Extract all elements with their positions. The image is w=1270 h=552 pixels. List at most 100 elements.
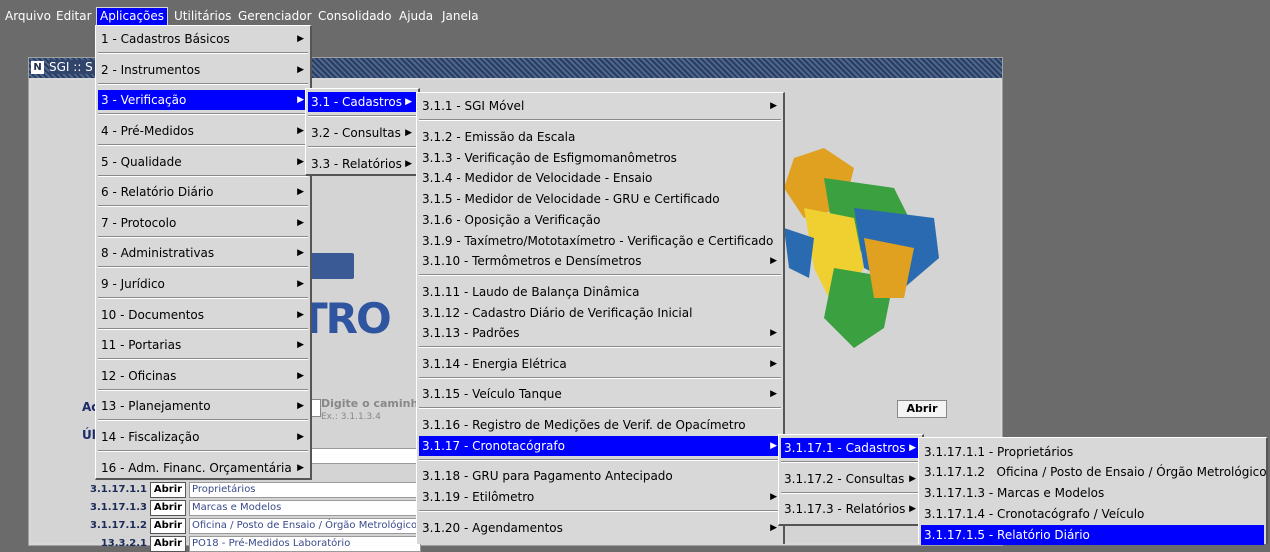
submenu-arrow-icon: ▶ (909, 504, 916, 514)
menu-item-verificacao[interactable]: 3 - Verificação ▶ (98, 90, 308, 110)
history-row: 13.3.2.1 Abrir PO18 - Pré-Medidos Labora… (89, 536, 421, 552)
menu-item-3-1-4[interactable]: 3.1.4 - Medidor de Velocidade - Ensaio (419, 168, 781, 188)
submenu-arrow-icon: ▶ (405, 97, 412, 107)
menu-utilitarios[interactable]: Utilitários (171, 8, 234, 25)
submenu-arrow-icon: ▶ (297, 95, 304, 105)
history-abrir-button[interactable]: Abrir (150, 500, 186, 516)
menu-item-3-1-3[interactable]: 3.1.3 - Verificação de Esfigmomanômetros (419, 148, 781, 168)
menu-item-3-1-11[interactable]: 3.1.11 - Laudo de Balança Dinâmica (419, 282, 781, 302)
menu-arquivo[interactable]: Arquivo (2, 8, 54, 25)
menu-item-3-1-17-1-4[interactable]: 3.1.17.1.4 - Cronotacógrafo / Veículo (921, 504, 1264, 524)
menu-item-3-1-1[interactable]: 3.1.1 - SGI Móvel ▶ (419, 96, 781, 116)
menu-item-3-1-17-1[interactable]: 3.1.17.1 - Cadastros ▶ (781, 438, 920, 458)
menu-item-3-1-17-1-3[interactable]: 3.1.17.1.3 - Marcas e Modelos (921, 483, 1264, 503)
menu-item-relatorio-diario[interactable]: 6 - Relatório Diário ▶ (98, 182, 308, 202)
menu-item-3-1-17-1-1[interactable]: 3.1.17.1.1 - Proprietários (921, 442, 1264, 462)
submenu-arrow-icon: ▶ (770, 256, 777, 266)
submenu-arrow-icon: ▶ (297, 279, 304, 289)
cronotacografo-submenu: 3.1.17.1 - Cadastros ▶ 3.1.17.2 - Consult… (778, 434, 924, 526)
history-abrir-button[interactable]: Abrir (150, 536, 186, 552)
history-code: 3.1.17.1.3 (90, 502, 147, 513)
menu-consolidado[interactable]: Consolidado (315, 8, 395, 25)
menu-item-3-1-17-1-5[interactable]: 3.1.17.1.5 - Relatório Diário (921, 525, 1264, 545)
menu-item-3-1-17[interactable]: 3.1.17 - Cronotacógrafo ▶ (419, 436, 781, 456)
submenu-arrow-icon: ▶ (405, 128, 412, 138)
history-abrir-button[interactable]: Abrir (150, 482, 186, 498)
path-example: Ex.: 3.1.1.3.4 (321, 412, 381, 422)
menu-item-3-1-15[interactable]: 3.1.15 - Veículo Tanque ▶ (419, 384, 781, 404)
submenu-arrow-icon: ▶ (770, 328, 777, 338)
history-row: 3.1.17.1.3 Abrir Marcas e Modelos (89, 500, 421, 516)
history-desc: Oficina / Posto de Ensaio / Órgão Metrol… (189, 518, 421, 534)
menu-item-3-1-17-3[interactable]: 3.1.17.3 - Relatórios ▶ (781, 499, 920, 519)
menu-item-3-3-relatorios[interactable]: 3.3 - Relatórios ▶ (308, 154, 416, 174)
menu-item-fiscalizacao[interactable]: 14 - Fiscalização ▶ (98, 427, 308, 447)
menu-item-3-1-16[interactable]: 3.1.16 - Registro de Medições de Verif. … (419, 415, 781, 435)
submenu-arrow-icon: ▶ (297, 310, 304, 320)
menu-item-3-1-9[interactable]: 3.1.9 - Taxímetro/Mototaxímetro - Verifi… (419, 231, 781, 251)
menu-item-3-1-cadastros[interactable]: 3.1 - Cadastros ▶ (308, 92, 416, 112)
submenu-arrow-icon: ▶ (770, 523, 777, 533)
menu-janela[interactable]: Janela (439, 8, 482, 25)
history-desc: Proprietários (189, 482, 421, 498)
submenu-arrow-icon: ▶ (297, 65, 304, 75)
menu-item-3-1-18[interactable]: 3.1.18 - GRU para Pagamento Antecipado (419, 466, 781, 486)
menu-editar[interactable]: Editar (53, 8, 95, 25)
menu-item-pre-medidos[interactable]: 4 - Pré-Medidos ▶ (98, 121, 308, 141)
menu-item-juridico[interactable]: 9 - Jurídico ▶ (98, 274, 308, 294)
menu-item-oficinas[interactable]: 12 - Oficinas ▶ (98, 366, 308, 386)
cadastros-submenu: 3.1.1 - SGI Móvel ▶ 3.1.2 - Emissão da Es… (416, 92, 785, 544)
menu-item-3-1-2[interactable]: 3.1.2 - Emissão da Escala (419, 127, 781, 147)
submenu-arrow-icon: ▶ (770, 441, 777, 451)
menu-item-3-1-17-2[interactable]: 3.1.17.2 - Consultas ▶ (781, 469, 920, 489)
menu-item-3-1-12[interactable]: 3.1.12 - Cadastro Diário de Verificação … (419, 303, 781, 323)
window-title: SGI :: S (49, 60, 97, 74)
history-desc: PO18 - Pré-Medidos Laboratório (189, 536, 421, 552)
menu-item-3-2-consultas[interactable]: 3.2 - Consultas ▶ (308, 123, 416, 143)
submenu-arrow-icon: ▶ (297, 248, 304, 258)
menu-item-3-1-13[interactable]: 3.1.13 - Padrões ▶ (419, 323, 781, 343)
menu-item-3-1-17-1-2[interactable]: 3.1.17.1.2 Oficina / Posto de Ensaio / Ó… (921, 462, 1267, 482)
history-row: 3.1.17.1.2 Abrir Oficina / Posto de Ensa… (89, 518, 421, 534)
menu-ajuda[interactable]: Ajuda (396, 8, 436, 25)
menu-item-adm-financ[interactable]: 16 - Adm. Financ. Orçamentária ▶ (98, 458, 308, 478)
submenu-arrow-icon: ▶ (909, 474, 916, 484)
history-code: 3.1.17.1.2 (90, 520, 147, 531)
submenu-arrow-icon: ▶ (297, 34, 304, 44)
window-app-icon: N (31, 61, 44, 74)
submenu-arrow-icon: ▶ (297, 432, 304, 442)
submenu-arrow-icon: ▶ (405, 159, 412, 169)
abrir-button[interactable]: Abrir (897, 400, 947, 418)
path-hint: Digite o caminho (321, 397, 426, 410)
history-desc: Marcas e Modelos (189, 500, 421, 516)
menu-gerenciador[interactable]: Gerenciador (235, 8, 315, 25)
history-row: 3.1.17.1.1 Abrir Proprietários (89, 482, 421, 498)
menu-item-protocolo[interactable]: 7 - Protocolo ▶ (98, 213, 308, 233)
menu-item-3-1-19[interactable]: 3.1.19 - Etilômetro ▶ (419, 487, 781, 507)
menu-item-3-1-14[interactable]: 3.1.14 - Energia Elétrica ▶ (419, 354, 781, 374)
history-code: 3.1.17.1.1 (90, 484, 147, 495)
menu-item-3-1-5[interactable]: 3.1.5 - Medidor de Velocidade - GRU e Ce… (419, 189, 781, 209)
menu-item-cadastros-basicos[interactable]: 1 - Cadastros Básicos ▶ (98, 29, 308, 49)
menu-item-portarias[interactable]: 11 - Portarias ▶ (98, 335, 308, 355)
menu-item-3-1-10[interactable]: 3.1.10 - Termômetros e Densímetros ▶ (419, 251, 781, 271)
submenu-arrow-icon: ▶ (297, 340, 304, 350)
menu-item-3-1-20[interactable]: 3.1.20 - Agendamentos ▶ (419, 518, 781, 538)
submenu-arrow-icon: ▶ (909, 443, 916, 453)
submenu-arrow-icon: ▶ (297, 371, 304, 381)
brazil-map-logo (784, 148, 939, 348)
verificacao-submenu: 3.1 - Cadastros ▶ 3.2 - Consultas ▶ 3.3 - … (305, 88, 420, 176)
history-abrir-button[interactable]: Abrir (150, 518, 186, 534)
submenu-arrow-icon: ▶ (297, 463, 304, 473)
menu-item-3-1-6[interactable]: 3.1.6 - Oposição a Verificação (419, 210, 781, 230)
menu-item-instrumentos[interactable]: 2 - Instrumentos ▶ (98, 60, 308, 80)
submenu-arrow-icon: ▶ (770, 101, 777, 111)
logo-text: TRO (299, 294, 392, 343)
menu-item-qualidade[interactable]: 5 - Qualidade ▶ (98, 152, 308, 172)
menu-item-documentos[interactable]: 10 - Documentos ▶ (98, 305, 308, 325)
submenu-arrow-icon: ▶ (770, 492, 777, 502)
submenu-arrow-icon: ▶ (297, 126, 304, 136)
menu-item-administrativas[interactable]: 8 - Administrativas ▶ (98, 243, 308, 263)
menu-item-planejamento[interactable]: 13 - Planejamento ▶ (98, 396, 308, 416)
menu-aplicacoes[interactable]: Aplicações (96, 7, 169, 26)
